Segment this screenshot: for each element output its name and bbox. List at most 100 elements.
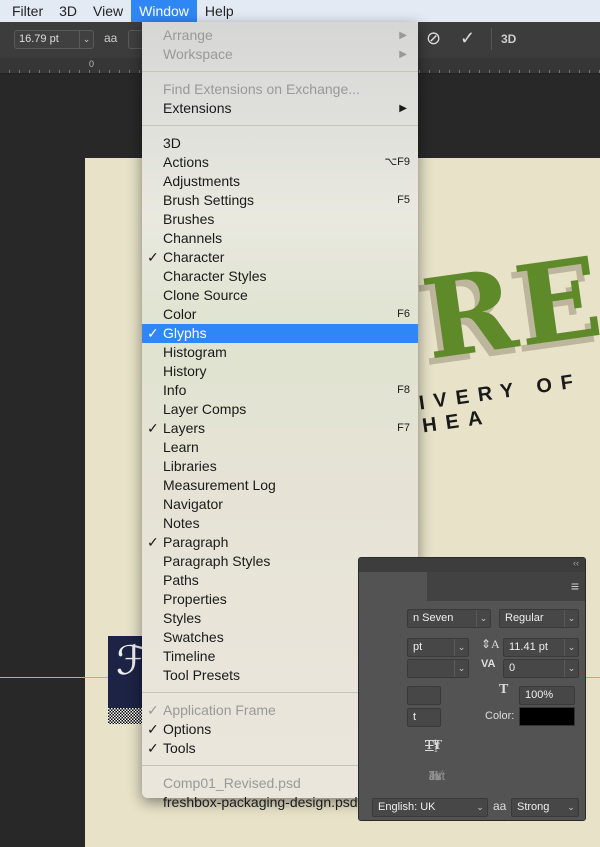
menu-item-label: Tools <box>163 740 196 756</box>
menu-3d[interactable]: 3D <box>51 0 85 22</box>
tab-character[interactable] <box>359 572 427 601</box>
baseline-shift-field[interactable]: t <box>407 708 441 727</box>
transparency-pattern <box>108 708 142 724</box>
chevron-down-icon[interactable]: ⌄ <box>564 799 578 816</box>
menu-item-character-styles[interactable]: Character Styles <box>142 267 418 286</box>
menu-item-label: Workspace <box>163 46 233 62</box>
shortcut-label: ⌥F9 <box>384 156 410 168</box>
menu-item-learn[interactable]: Learn <box>142 438 418 457</box>
font-family-value: n Seven <box>413 612 454 624</box>
language-select[interactable]: English: UK ⌄ <box>372 798 488 817</box>
chevron-down-icon[interactable]: ⌄ <box>564 660 578 677</box>
antialias-value: Strong <box>517 801 550 813</box>
menu-item-label: Character Styles <box>163 268 267 284</box>
menu-item-label: Histogram <box>163 344 227 360</box>
font-family-field[interactable]: n Seven ⌄ <box>407 609 491 628</box>
menu-item-label: Notes <box>163 515 200 531</box>
antialias-select[interactable]: Strong ⌄ <box>511 798 579 817</box>
menu-item-brushes[interactable]: Brushes <box>142 210 418 229</box>
chevron-down-icon[interactable]: ⌄ <box>454 639 468 656</box>
checkmark-icon: ✓ <box>147 420 159 436</box>
chevron-down-icon[interactable]: ⌄ <box>454 660 468 677</box>
check-icon[interactable]: ✓ <box>460 28 475 49</box>
language-value: English: UK <box>378 801 436 813</box>
panel-menu-icon[interactable]: ≡ <box>571 578 579 594</box>
font-size-field[interactable]: 16.79 pt ⌄ <box>14 30 94 49</box>
menu-item-notes[interactable]: Notes <box>142 514 418 533</box>
shortcut-label: F7 <box>397 422 410 434</box>
menu-item-3d[interactable]: 3D <box>142 134 418 153</box>
strikethrough-button[interactable]: T <box>425 738 434 754</box>
menu-item-label: freshbox-packaging-design.psd <box>163 794 358 810</box>
chevron-down-icon[interactable]: ⌄ <box>79 31 93 48</box>
tracking-icon: VA <box>481 658 496 670</box>
menu-item-label: Adjustments <box>163 173 241 189</box>
submenu-arrow-icon: ▶ <box>399 30 407 41</box>
menu-item-label: Glyphs <box>163 325 207 341</box>
vertical-scale-field[interactable] <box>407 686 441 705</box>
submenu-arrow-icon: ▶ <box>399 49 407 60</box>
layer-image: ℱ <box>108 636 147 724</box>
3d-button[interactable]: 3D <box>501 32 516 46</box>
chevron-down-icon[interactable]: ⌄ <box>564 610 578 627</box>
tracking-field[interactable]: 0 ⌄ <box>503 659 579 678</box>
menu-item-label: Libraries <box>163 458 217 474</box>
leading-field[interactable]: 11.41 pt ⌄ <box>503 638 579 657</box>
horizontal-scale-value: 100% <box>525 689 554 701</box>
shortcut-label: F6 <box>397 308 410 320</box>
menu-view[interactable]: View <box>85 0 131 22</box>
menu-item-extensions[interactable]: Extensions ▶ <box>142 99 418 118</box>
checkmark-icon: ✓ <box>147 740 159 756</box>
menu-item-glyphs[interactable]: ✓ Glyphs <box>142 324 418 343</box>
menu-help[interactable]: Help <box>197 0 242 22</box>
fractions-button[interactable]: ½ <box>429 769 440 785</box>
font-size-value: pt <box>413 641 423 653</box>
menu-item-libraries[interactable]: Libraries <box>142 457 418 476</box>
menu-item-history[interactable]: History <box>142 362 418 381</box>
ruler-zero-label: 0 <box>89 59 95 69</box>
menu-item-histogram[interactable]: Histogram <box>142 343 418 362</box>
menu-item-actions[interactable]: Actions ⌥F9 <box>142 153 418 172</box>
horizontal-scale-icon: T <box>499 682 509 697</box>
menu-item-label: Tool Presets <box>163 667 241 683</box>
menu-item-character[interactable]: ✓ Character <box>142 248 418 267</box>
shortcut-label: F8 <box>397 384 410 396</box>
menu-item-color[interactable]: Color F6 <box>142 305 418 324</box>
menu-item-layers[interactable]: ✓ Layers F7 <box>142 419 418 438</box>
menu-item-channels[interactable]: Channels <box>142 229 418 248</box>
menu-item-label: Properties <box>163 591 227 607</box>
font-style-field[interactable]: Regular ⌄ <box>499 609 579 628</box>
menu-separator <box>142 125 418 126</box>
menu-item-label: Extensions <box>163 100 232 116</box>
menu-item-navigator[interactable]: Navigator <box>142 495 418 514</box>
kerning-field[interactable]: ⌄ <box>407 659 469 678</box>
cancel-icon[interactable]: ⊘ <box>426 28 441 49</box>
menu-item-label: Character <box>163 249 225 265</box>
collapse-icon[interactable]: ‹‹ <box>573 558 579 568</box>
shortcut-label: F5 <box>397 194 410 206</box>
menu-item-info[interactable]: Info F8 <box>142 381 418 400</box>
chevron-down-icon[interactable]: ⌄ <box>564 639 578 656</box>
chevron-down-icon[interactable]: ⌄ <box>476 610 490 627</box>
menu-item-adjustments[interactable]: Adjustments <box>142 172 418 191</box>
menu-item-label: History <box>163 363 207 379</box>
menu-item-label: Find Extensions on Exchange... <box>163 81 360 97</box>
character-panel: ‹‹ ≡ n Seven ⌄ Regular ⌄ pt ⌄ ⇕A 11.41 pt ⌄ … <box>358 557 586 821</box>
menu-item-measurement-log[interactable]: Measurement Log <box>142 476 418 495</box>
font-size-field[interactable]: pt ⌄ <box>407 638 469 657</box>
antialias-icon: aa <box>493 799 507 813</box>
leading-icon: ⇕A <box>481 637 500 651</box>
menu-item-label: Swatches <box>163 629 224 645</box>
menu-item-layer-comps[interactable]: Layer Comps <box>142 400 418 419</box>
horizontal-scale-field[interactable]: 100% <box>519 686 575 705</box>
menu-filter[interactable]: Filter <box>0 0 51 22</box>
menu-item-brush-settings[interactable]: Brush Settings F5 <box>142 191 418 210</box>
menu-separator <box>142 71 418 72</box>
menu-window[interactable]: Window <box>131 0 197 22</box>
menu-item-paragraph[interactable]: ✓ Paragraph <box>142 533 418 552</box>
menu-item-label: Channels <box>163 230 223 246</box>
menu-item-clone-source[interactable]: Clone Source <box>142 286 418 305</box>
chevron-down-icon[interactable]: ⌄ <box>473 799 487 816</box>
color-swatch[interactable] <box>519 707 575 726</box>
menu-item-arrange: Arrange ▶ <box>142 26 418 45</box>
